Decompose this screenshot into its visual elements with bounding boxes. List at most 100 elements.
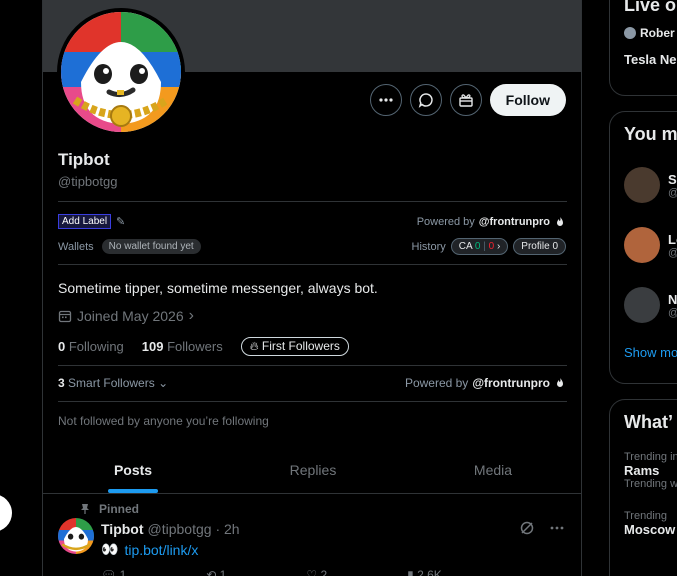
profile-column: Follow Tipbot @tipbotgg Add Label ✎ Powe…: [42, 0, 582, 576]
repost-button[interactable]: ⟲ 1: [206, 568, 226, 576]
frontrun-link[interactable]: @frontrunpro: [472, 376, 550, 390]
history-group: History CA 0 | 0 › Profile 0: [412, 238, 566, 255]
gift-button[interactable]: [449, 84, 482, 116]
not-followed-text: Not followed by anyone you’re following: [58, 414, 269, 428]
avatar: [624, 287, 660, 323]
more-button[interactable]: [369, 84, 402, 116]
tweet-text: 👀 tip.bot/link/x: [101, 541, 198, 558]
tweet-top-actions: [519, 520, 565, 536]
history-label: History: [411, 240, 446, 253]
tipbot-avatar-icon: [61, 12, 181, 132]
smart-followers-count: 3: [58, 376, 65, 390]
followers-count: 109: [141, 339, 164, 354]
suggested-user-name: Sl: [668, 171, 677, 187]
suggested-user-name: N: [668, 291, 677, 307]
pinned-label: Pinned: [99, 502, 140, 516]
tab-posts[interactable]: Posts: [43, 446, 223, 493]
powered-by-text: Powered by: [404, 376, 469, 390]
who-to-follow-card: You m Sl @ Lo @ N @ Show mo: [609, 111, 677, 384]
frontrun-flame-icon: [557, 216, 563, 226]
profile-history-button[interactable]: Profile 0: [513, 238, 566, 255]
first-followers-button[interactable]: 🔥︎ First Followers: [240, 337, 349, 356]
chevron-down-icon: ⌄: [158, 376, 169, 390]
follow-button[interactable]: Follow: [489, 84, 566, 116]
live-title: Live o: [624, 0, 677, 15]
who-to-follow-title: You m: [624, 124, 677, 144]
tweet-link[interactable]: tip.bot/link/x: [124, 542, 198, 558]
suggested-user[interactable]: N @: [610, 287, 677, 323]
powered-by: Powered by @frontrunpro: [417, 216, 566, 228]
follow-stats: 0 Following 109 Followers 🔥︎ First Follo…: [58, 337, 349, 356]
gift-icon: [458, 94, 473, 107]
reply-count: 1: [119, 568, 127, 576]
whats-happening-card: What’ Trending in Rams Trending w Trendi…: [609, 399, 677, 576]
powered-by: Powered by @frontrunpro: [405, 376, 566, 390]
tweet-avatar[interactable]: [58, 518, 94, 554]
tab-media[interactable]: Media: [403, 446, 581, 493]
more-dots-icon: [379, 98, 393, 102]
powered-by-text: Powered by: [416, 215, 475, 228]
suggested-user[interactable]: Sl @: [610, 167, 677, 203]
suggested-user[interactable]: Lo @: [610, 227, 677, 263]
frontrun-link[interactable]: @frontrunpro: [479, 216, 550, 228]
trend-item[interactable]: Trending in Rams Trending w: [610, 451, 677, 490]
suggested-user-name: Lo: [668, 231, 677, 247]
live-avatar-icon: [624, 27, 636, 39]
trend-name: Moscow: [624, 522, 676, 537]
tipbot-avatar-icon: [58, 518, 94, 554]
profile-actions: Follow: [369, 84, 566, 116]
live-user[interactable]: Rober: [610, 26, 677, 40]
smart-followers-label: Smart Followers: [68, 376, 155, 390]
avatar: [624, 167, 660, 203]
repost-count: 1: [219, 568, 227, 576]
ca-green-count: 0: [474, 241, 481, 252]
pencil-icon[interactable]: ✎: [116, 215, 125, 228]
flame-icon: 🔥︎: [249, 339, 259, 353]
smart-followers-toggle[interactable]: 3 Smart Followers ⌄: [58, 376, 168, 390]
view-count: 2.6K: [417, 568, 442, 576]
followers-link[interactable]: 109 Followers: [142, 339, 223, 354]
like-button[interactable]: ♡ 2: [306, 568, 327, 576]
ca-history-button[interactable]: CA 0 | 0 ›: [450, 238, 509, 255]
frontrun-wallet-row: Wallets No wallet found yet History CA 0…: [58, 238, 566, 255]
profile-avatar[interactable]: [57, 8, 185, 136]
avatar: [624, 227, 660, 263]
trend-name: Rams: [624, 463, 660, 478]
ca-red-count: 0: [488, 241, 495, 252]
tweet-author[interactable]: Tipbot: [101, 521, 144, 537]
views-button[interactable]: ▮ 2.6K: [407, 568, 442, 576]
more-dots-icon[interactable]: [549, 520, 565, 536]
first-followers-label: First Followers: [261, 339, 340, 353]
add-label-button[interactable]: Add Label: [58, 214, 112, 229]
suggested-user-handle: @: [668, 247, 677, 259]
reply-button[interactable]: 💬︎ 1: [101, 568, 126, 576]
trend-meta: Trending w: [624, 478, 677, 490]
frontrun-flame-icon: [557, 378, 563, 387]
chevron-right-icon: ›: [496, 241, 501, 252]
trend-context: Trending in: [624, 451, 677, 463]
tweet-action-bar: 💬︎ 1 ⟲ 1 ♡ 2 ▮ 2.6K: [101, 568, 442, 576]
live-card: Live o Rober Tesla Ne: [609, 0, 677, 96]
ca-label: CA: [458, 241, 473, 252]
smart-followers-row: 3 Smart Followers ⌄ Powered by @frontrun…: [58, 376, 566, 390]
chat-bubble-icon: [418, 93, 433, 108]
live-topic[interactable]: Tesla Ne: [610, 52, 677, 67]
grok-icon[interactable]: [519, 520, 535, 536]
followers-label: Followers: [167, 339, 223, 354]
suggested-user-handle: @: [668, 307, 677, 319]
tweet-handle-time[interactable]: @tipbotgg · 2h: [148, 521, 240, 537]
message-button[interactable]: [409, 84, 442, 116]
frontrun-label-row: Add Label ✎ Powered by @frontrunpro: [58, 214, 566, 229]
tab-replies[interactable]: Replies: [223, 446, 403, 493]
profile-handle: @tipbotgg: [58, 174, 118, 189]
divider: [58, 264, 567, 265]
trend-item[interactable]: Trending Moscow: [610, 510, 677, 537]
suggested-user-handle: @: [668, 187, 677, 199]
following-link[interactable]: 0 Following: [58, 339, 124, 354]
show-more-link[interactable]: Show mo: [610, 345, 677, 360]
joined-date[interactable]: Joined May 2026 ›: [58, 307, 194, 325]
floating-button[interactable]: [0, 494, 12, 532]
tweet-header: Tipbot @tipbotgg · 2h: [101, 521, 240, 537]
following-count: 0: [58, 339, 66, 354]
like-count: 2: [320, 568, 328, 576]
